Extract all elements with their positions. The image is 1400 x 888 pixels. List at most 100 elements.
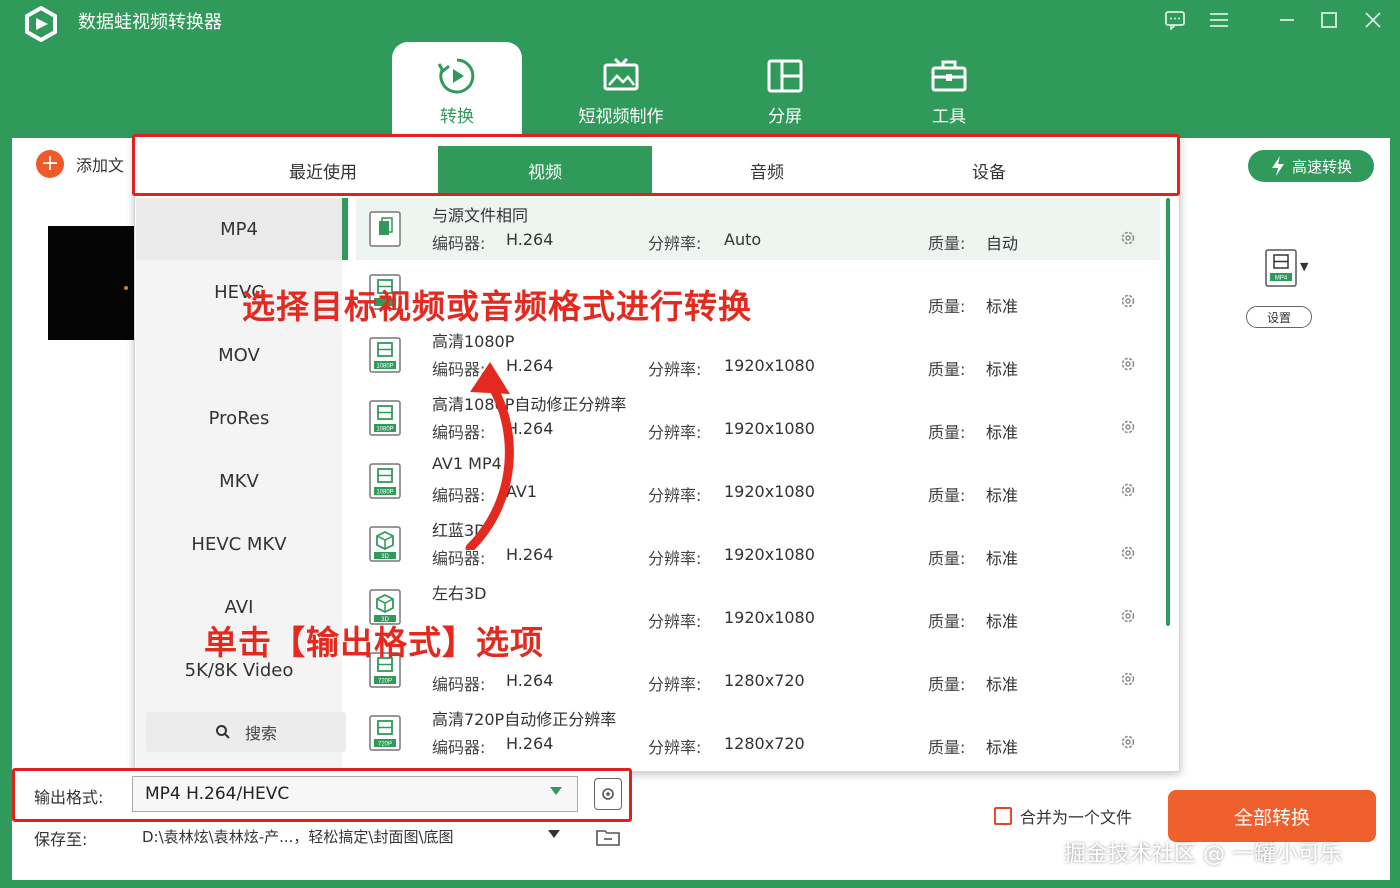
resolution-label: 分辨率: xyxy=(648,738,702,757)
video-thumbnail[interactable] xyxy=(48,226,138,340)
toolbox-icon xyxy=(931,60,967,92)
codec-value: H.264 xyxy=(506,671,554,690)
codec-value: H.264 xyxy=(506,230,554,249)
output-format-label: 输出格式: xyxy=(34,788,104,807)
gear-icon[interactable] xyxy=(1120,356,1136,372)
video-file-icon: 1080P xyxy=(369,337,401,373)
folder-icon[interactable] xyxy=(596,828,620,846)
resolution-value: 1280x720 xyxy=(724,671,805,690)
nav-tab-short-video[interactable]: 短视频制作 xyxy=(556,42,686,134)
nav-tab-split-screen[interactable]: 分屏 xyxy=(720,42,850,134)
preset-badge-text: 720P xyxy=(378,742,392,748)
quality-label: 质量: xyxy=(928,612,966,631)
video-file-icon: 1080P xyxy=(369,463,401,499)
quality-label: 质量: xyxy=(928,423,966,442)
gear-icon[interactable] xyxy=(1120,230,1136,246)
gear-icon[interactable] xyxy=(1120,671,1136,687)
gear-icon[interactable] xyxy=(1120,293,1136,309)
quality-value: 标准 xyxy=(986,549,1019,568)
annotation-select-format: 选择目标视频或音频格式进行转换 xyxy=(242,287,752,326)
selected-indicator xyxy=(342,198,348,260)
settings-button[interactable]: 设置 xyxy=(1246,306,1312,328)
nav-tab-convert[interactable]: 转换 xyxy=(392,42,522,134)
format-search-button[interactable]: 搜索 xyxy=(146,712,346,752)
codec-label: 编码器: xyxy=(432,738,486,757)
save-path-select[interactable]: D:\袁林炫\袁林炫-产...，轻松搞定\封面图\底图 xyxy=(142,826,454,847)
gear-icon[interactable] xyxy=(1120,734,1136,750)
speed-convert-button[interactable]: 高速转换 xyxy=(1248,150,1374,182)
lightning-icon xyxy=(1271,156,1284,176)
app-logo-icon xyxy=(25,6,57,42)
quality-value: 标准 xyxy=(986,297,1019,316)
preset-name: 左右3D xyxy=(432,584,487,603)
tv-icon xyxy=(603,57,639,91)
output-format-select[interactable]: MP4 H.264/HEVC xyxy=(132,776,578,812)
quality-value: 标准 xyxy=(986,360,1019,379)
quality-label: 质量: xyxy=(928,234,966,253)
nav-tab-label: 转换 xyxy=(440,107,474,127)
resolution-value: 1920x1080 xyxy=(724,419,815,438)
quality-label: 质量: xyxy=(928,297,966,316)
menu-icon[interactable] xyxy=(1206,8,1232,32)
annotation-arrow xyxy=(465,362,514,550)
preset-row[interactable]: 720P 高清720P自动修正分辨率 编码器: H.264 分辨率: 1280x720 质量… xyxy=(356,702,1160,764)
quality-label: 质量: xyxy=(928,675,966,694)
quality-label: 质量: xyxy=(928,360,966,379)
codec-label: 编码器: xyxy=(432,234,486,253)
format-item-mp4[interactable]: MP4 xyxy=(136,198,342,260)
codec-label: 编码器: xyxy=(432,675,486,694)
gear-icon[interactable] xyxy=(1120,482,1136,498)
resolution-value: 1920x1080 xyxy=(724,482,815,501)
quality-value: 标准 xyxy=(986,423,1019,442)
quality-label: 质量: xyxy=(928,486,966,505)
plus-icon: + xyxy=(36,150,64,178)
highlight-box-categories xyxy=(132,134,1180,196)
output-settings-icon[interactable] xyxy=(594,778,622,810)
format-item-hevc-mkv[interactable]: HEVC MKV xyxy=(136,513,342,575)
nav-tab-tools[interactable]: 工具 xyxy=(884,42,1014,134)
preset-badge-text: 720P xyxy=(378,679,392,685)
mp4-badge-text: MP4 xyxy=(1275,276,1288,282)
checkbox-icon xyxy=(994,807,1012,825)
convert-all-button[interactable]: 全部转换 xyxy=(1168,790,1376,842)
resolution-label: 分辨率: xyxy=(648,612,702,631)
resolution-label: 分辨率: xyxy=(648,423,702,442)
caret-down-icon[interactable]: ▼ xyxy=(1300,260,1308,273)
format-item-mkv[interactable]: MKV xyxy=(136,450,342,512)
split-screen-icon xyxy=(767,59,803,93)
nav-tab-label: 分屏 xyxy=(768,107,802,127)
format-item-mov[interactable]: MOV xyxy=(136,324,342,386)
gear-icon[interactable] xyxy=(1120,419,1136,435)
preset-name: 与源文件相同 xyxy=(432,206,529,225)
search-icon xyxy=(215,725,230,739)
save-caret-icon[interactable] xyxy=(548,830,560,838)
close-icon[interactable] xyxy=(1360,8,1386,32)
preset-scrollbar[interactable] xyxy=(1166,198,1170,626)
resolution-label: 分辨率: xyxy=(648,234,702,253)
minimize-icon[interactable] xyxy=(1274,8,1300,32)
quality-value: 标准 xyxy=(986,738,1019,757)
resolution-value: 1920x1080 xyxy=(724,356,815,375)
nav-tab-label: 工具 xyxy=(932,107,966,127)
feedback-icon[interactable] xyxy=(1162,8,1188,32)
gear-icon[interactable] xyxy=(1120,608,1136,624)
save-to-label: 保存至: xyxy=(34,830,88,849)
maximize-icon[interactable] xyxy=(1316,8,1342,32)
preset-badge-text: 3D xyxy=(381,554,389,560)
video-file-icon: 1080P xyxy=(369,400,401,436)
preset-row[interactable]: 与源文件相同 编码器: H.264 分辨率: Auto 质量: 自动 xyxy=(356,198,1160,260)
format-item-prores[interactable]: ProRes xyxy=(136,387,342,449)
resolution-value: 1920x1080 xyxy=(724,545,815,564)
gear-icon[interactable] xyxy=(1120,545,1136,561)
resolution-label: 分辨率: xyxy=(648,486,702,505)
3d-cube-icon: 3D xyxy=(369,526,401,562)
quality-value: 标准 xyxy=(986,612,1019,631)
mp4-file-icon[interactable]: MP4 xyxy=(1264,248,1298,288)
merge-checkbox[interactable]: 合并为一个文件 xyxy=(994,804,1132,828)
resolution-label: 分辨率: xyxy=(648,360,702,379)
add-file-button[interactable]: + 添加文 xyxy=(36,150,124,178)
resolution-value: 1280x720 xyxy=(724,734,805,753)
output-caret-icon[interactable] xyxy=(550,787,562,795)
resolution-label: 分辨率: xyxy=(648,675,702,694)
watermark: 掘金技术社区 @ 一罐小可乐 xyxy=(1064,842,1342,867)
